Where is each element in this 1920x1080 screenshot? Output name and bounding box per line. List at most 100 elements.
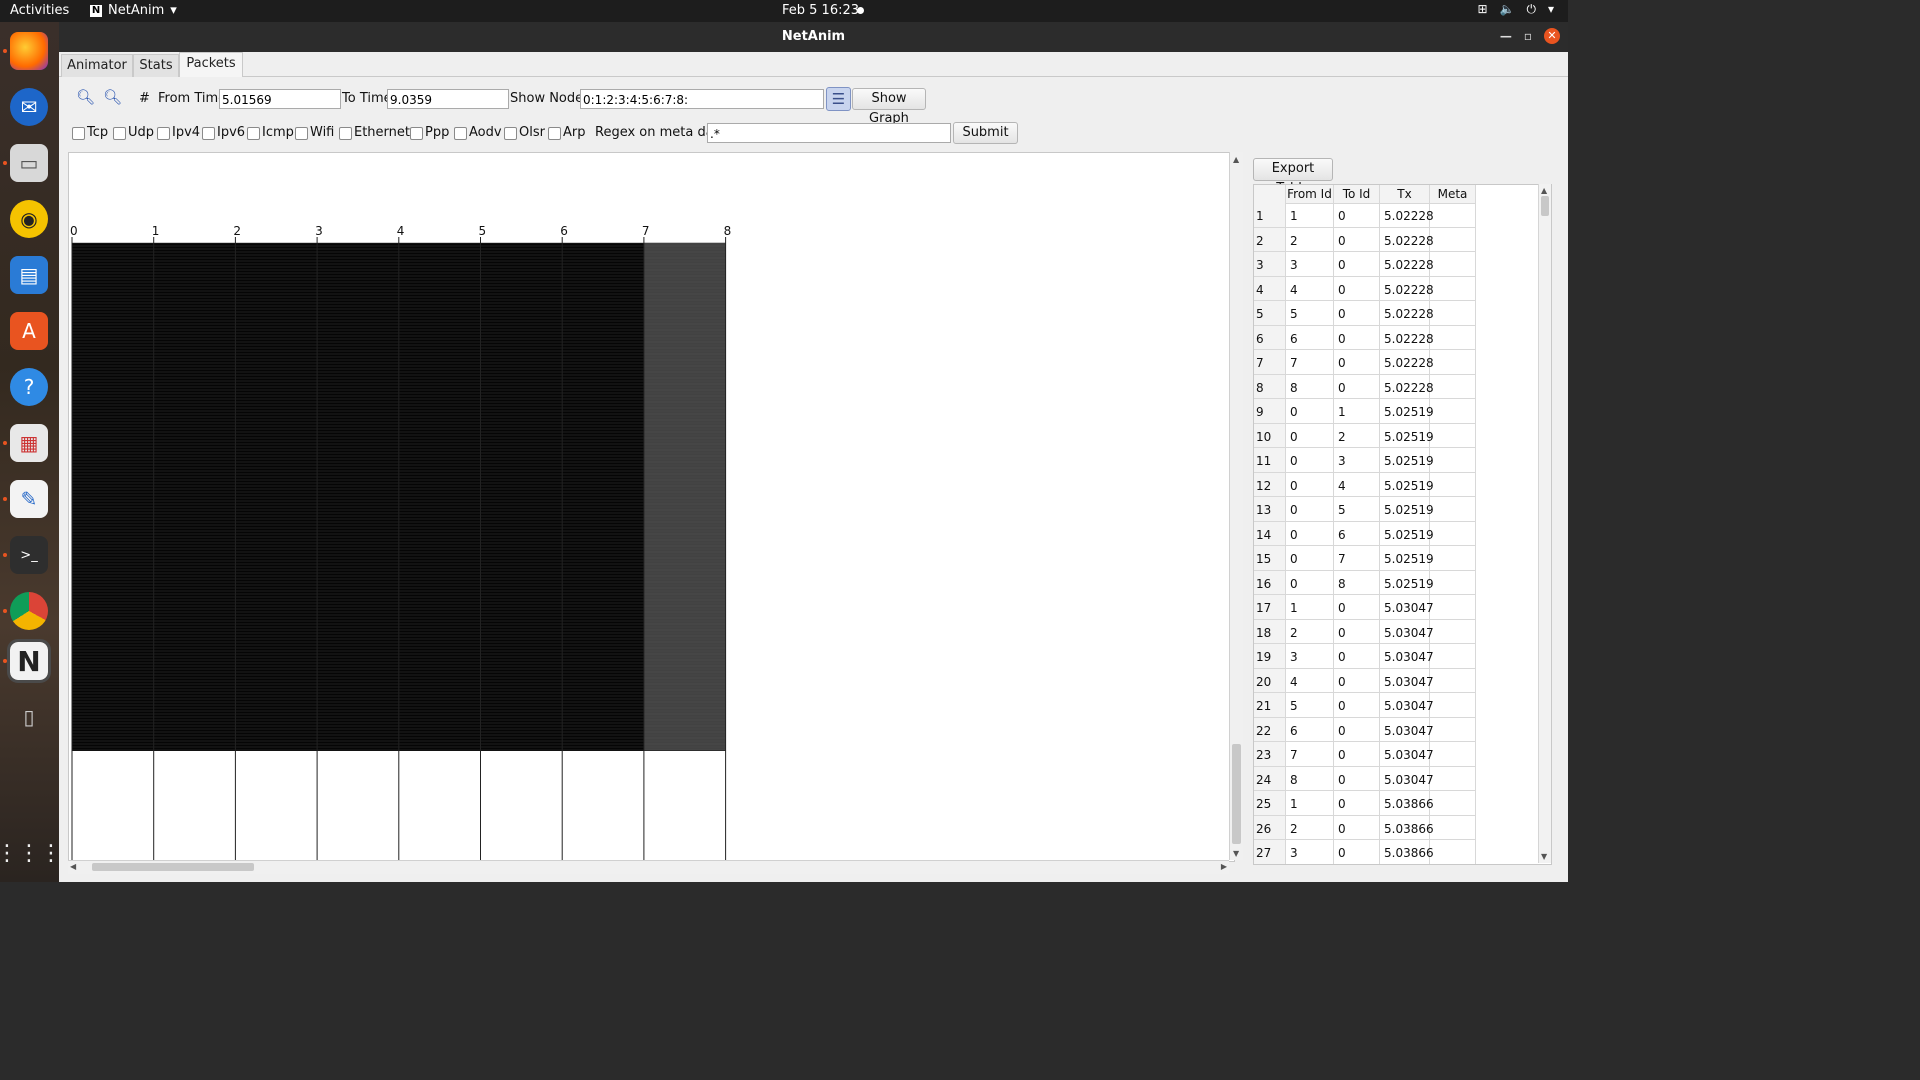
- meta-cell[interactable]: [1430, 791, 1476, 816]
- meta-cell[interactable]: [1430, 717, 1476, 742]
- to-id-cell[interactable]: 0: [1334, 815, 1380, 840]
- checkbox-ipv4[interactable]: [157, 127, 170, 140]
- row-number[interactable]: 15: [1254, 546, 1286, 571]
- meta-cell[interactable]: [1430, 521, 1476, 546]
- row-number[interactable]: 7: [1254, 350, 1286, 375]
- table-row[interactable]: 14 0 6 5.02519: [1254, 521, 1476, 546]
- from-id-cell[interactable]: 0: [1286, 570, 1334, 595]
- table-row[interactable]: 8 8 0 5.02228: [1254, 374, 1476, 399]
- tx-cell[interactable]: 5.02519: [1380, 521, 1434, 546]
- from-id-cell[interactable]: 6: [1286, 717, 1334, 742]
- row-number[interactable]: 13: [1254, 497, 1286, 522]
- table-row[interactable]: 6 6 0 5.02228: [1254, 325, 1476, 350]
- tx-cell[interactable]: 5.03047: [1380, 693, 1434, 718]
- scroll-up-icon[interactable]: ▲: [1233, 155, 1239, 164]
- tx-cell[interactable]: 5.02228: [1380, 301, 1434, 326]
- writer-icon[interactable]: ▤: [10, 256, 48, 294]
- checkbox-label-ppp[interactable]: Ppp: [425, 125, 449, 140]
- table-row[interactable]: 27 3 0 5.03866: [1254, 840, 1476, 864]
- to-id-cell[interactable]: 0: [1334, 252, 1380, 277]
- table-row[interactable]: 19 3 0 5.03047: [1254, 644, 1476, 669]
- row-number[interactable]: 23: [1254, 742, 1286, 767]
- checkbox-label-ipv6[interactable]: Ipv6: [217, 125, 245, 140]
- tx-cell[interactable]: 5.03047: [1380, 668, 1434, 693]
- from-id-cell[interactable]: 3: [1286, 840, 1334, 864]
- thunderbird-icon[interactable]: ✉: [10, 88, 48, 126]
- from-id-cell[interactable]: 0: [1286, 472, 1334, 497]
- checkbox-label-arp[interactable]: Arp: [563, 125, 586, 140]
- rhythmbox-icon[interactable]: ◉: [10, 200, 48, 238]
- row-number[interactable]: 1: [1254, 203, 1286, 228]
- node-list-icon[interactable]: ☰: [826, 87, 851, 111]
- netanim-icon[interactable]: N: [7, 639, 51, 683]
- to-id-cell[interactable]: 2: [1334, 423, 1380, 448]
- checkbox-arp[interactable]: [548, 127, 561, 140]
- from-id-cell[interactable]: 0: [1286, 497, 1334, 522]
- tx-cell[interactable]: 5.03866: [1380, 840, 1434, 864]
- meta-cell[interactable]: [1430, 644, 1476, 669]
- from-id-cell[interactable]: 2: [1286, 619, 1334, 644]
- meta-cell[interactable]: [1430, 840, 1476, 864]
- table-row[interactable]: 3 3 0 5.02228: [1254, 252, 1476, 277]
- table-row[interactable]: 4 4 0 5.02228: [1254, 276, 1476, 301]
- text-editor-icon[interactable]: ✎: [10, 480, 48, 518]
- meta-cell[interactable]: [1430, 374, 1476, 399]
- tx-cell[interactable]: 5.02228: [1380, 203, 1434, 228]
- to-id-cell[interactable]: 6: [1334, 521, 1380, 546]
- table-row[interactable]: 26 2 0 5.03866: [1254, 815, 1476, 840]
- tab-stats[interactable]: Stats: [133, 54, 179, 77]
- meta-cell[interactable]: [1430, 570, 1476, 595]
- table-row[interactable]: 24 8 0 5.03047: [1254, 766, 1476, 791]
- row-number[interactable]: 25: [1254, 791, 1286, 816]
- checkbox-ppp[interactable]: [410, 127, 423, 140]
- tx-cell[interactable]: 5.03866: [1380, 791, 1434, 816]
- checkbox-label-tcp[interactable]: Tcp: [87, 125, 108, 140]
- table-row[interactable]: 22 6 0 5.03047: [1254, 717, 1476, 742]
- checkbox-udp[interactable]: [113, 127, 126, 140]
- tx-cell[interactable]: 5.02519: [1380, 448, 1434, 473]
- tx-cell[interactable]: 5.02228: [1380, 350, 1434, 375]
- tx-cell[interactable]: 5.02519: [1380, 497, 1434, 522]
- zoom-out-icon[interactable]: 🔍︎: [103, 88, 122, 106]
- tx-cell[interactable]: 5.03047: [1380, 742, 1434, 767]
- from-id-cell[interactable]: 0: [1286, 521, 1334, 546]
- to-id-cell[interactable]: 7: [1334, 546, 1380, 571]
- show-graph-button[interactable]: Show Graph: [852, 88, 926, 126]
- tx-cell[interactable]: 5.03866: [1380, 815, 1434, 840]
- tx-cell[interactable]: 5.03047: [1380, 644, 1434, 669]
- from-id-cell[interactable]: 1: [1286, 595, 1334, 620]
- from-time-input[interactable]: 5.01569: [219, 89, 341, 109]
- checkbox-ethernet[interactable]: [339, 127, 352, 140]
- to-id-cell[interactable]: 0: [1334, 301, 1380, 326]
- maximize-button[interactable]: ▫: [1524, 29, 1532, 43]
- tab-animator[interactable]: Animator: [61, 54, 133, 77]
- from-id-cell[interactable]: 0: [1286, 546, 1334, 571]
- table-row[interactable]: 1 1 0 5.02228: [1254, 203, 1476, 228]
- table-row[interactable]: 5 5 0 5.02228: [1254, 301, 1476, 326]
- firefox-icon[interactable]: [10, 32, 48, 70]
- usb-drive-icon[interactable]: ▯: [10, 698, 48, 736]
- row-number[interactable]: 16: [1254, 570, 1286, 595]
- to-id-cell[interactable]: 0: [1334, 350, 1380, 375]
- scroll-left-icon[interactable]: ◀: [70, 862, 76, 871]
- table-row[interactable]: 18 2 0 5.03047: [1254, 619, 1476, 644]
- meta-cell[interactable]: [1430, 546, 1476, 571]
- checkbox-label-ipv4[interactable]: Ipv4: [172, 125, 200, 140]
- app-center-icon[interactable]: A: [10, 312, 48, 350]
- help-icon[interactable]: ?: [10, 368, 48, 406]
- meta-cell[interactable]: [1430, 423, 1476, 448]
- scroll-down-icon[interactable]: ▼: [1541, 852, 1547, 861]
- meta-cell[interactable]: [1430, 350, 1476, 375]
- meta-cell[interactable]: [1430, 668, 1476, 693]
- row-number[interactable]: 21: [1254, 693, 1286, 718]
- table-row[interactable]: 15 0 7 5.02519: [1254, 546, 1476, 571]
- to-id-cell[interactable]: 0: [1334, 766, 1380, 791]
- to-id-cell[interactable]: 0: [1334, 227, 1380, 252]
- table-row[interactable]: 12 0 4 5.02519: [1254, 472, 1476, 497]
- to-id-cell[interactable]: 1: [1334, 399, 1380, 424]
- to-id-cell[interactable]: 5: [1334, 497, 1380, 522]
- table-row[interactable]: 9 0 1 5.02519: [1254, 399, 1476, 424]
- row-number[interactable]: 2: [1254, 227, 1286, 252]
- from-id-cell[interactable]: 5: [1286, 693, 1334, 718]
- to-id-cell[interactable]: 0: [1334, 840, 1380, 864]
